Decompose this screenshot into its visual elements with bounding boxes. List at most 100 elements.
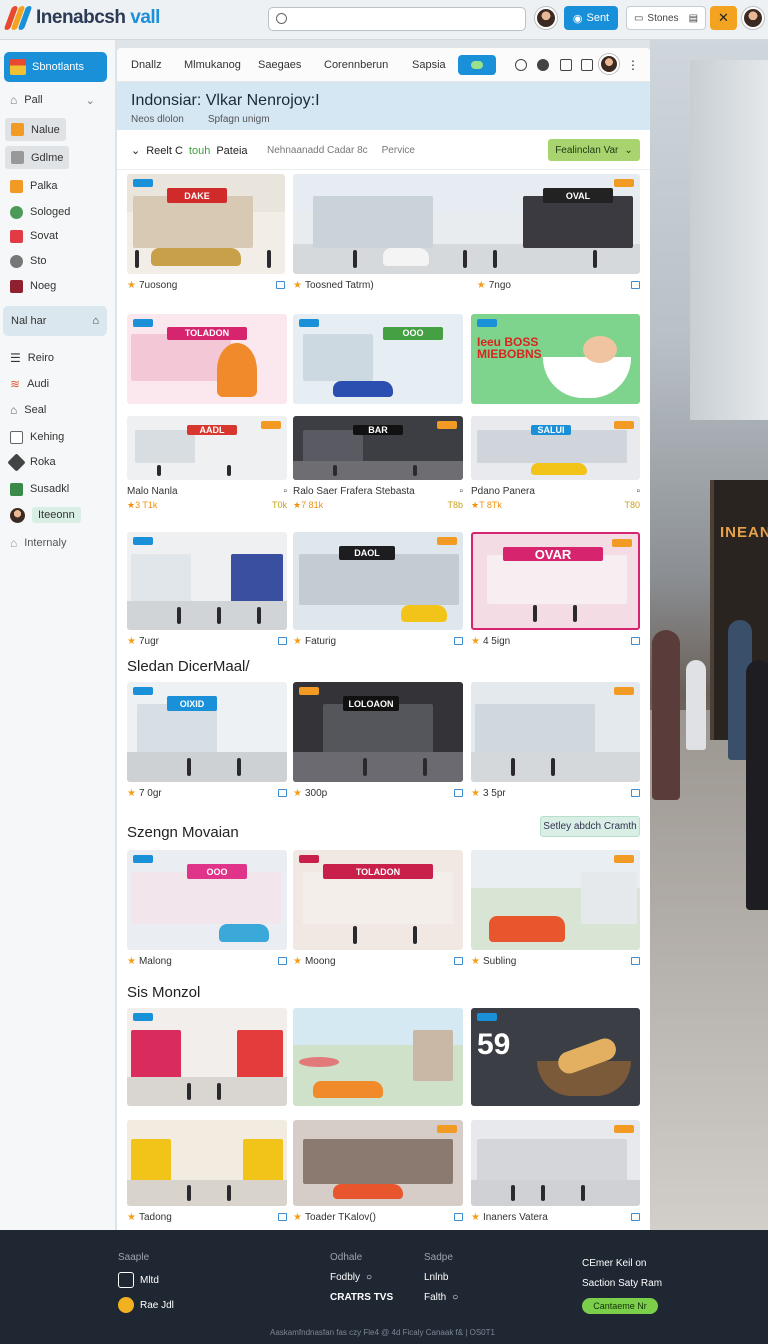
product-card[interactable]: SALUI Pdano Panera ▫ ★T 8Tk T80 xyxy=(471,416,640,511)
footer-link-fodbly[interactable]: Fodbly ○ xyxy=(330,1272,393,1283)
calendar-icon[interactable] xyxy=(581,59,593,71)
sidebar-group-header[interactable]: Nal har ⌂ xyxy=(3,306,107,336)
product-card[interactable]: ★ Toader TKalov() xyxy=(293,1120,463,1223)
tab-toggle-button[interactable] xyxy=(458,55,496,75)
product-card[interactable]: ★ Subling xyxy=(471,850,640,967)
product-card[interactable]: OIXID ★ 7 0gr xyxy=(127,682,287,799)
filter-select[interactable]: ⌄ Reelt C touh Pateia xyxy=(131,144,248,158)
sidebar-item-sovat[interactable]: Sovat xyxy=(10,226,58,246)
sidebar-item-susadkl[interactable]: Susadkl xyxy=(10,479,69,499)
image-icon xyxy=(631,637,640,645)
brand-name: Inenabcsh vall xyxy=(36,7,160,28)
sidebar-item-reiro[interactable]: ☰ Reiro xyxy=(10,348,54,368)
sidebar-item-iteeonn[interactable]: Iteeonn xyxy=(10,505,81,525)
footer-link-mltd[interactable]: Mltd xyxy=(118,1272,174,1288)
product-card[interactable]: TOLADON ★ Moong xyxy=(293,850,463,967)
star-icon: ★ xyxy=(127,1211,136,1223)
star-icon: ★ xyxy=(127,787,136,799)
product-card[interactable]: Ieeu BOSS MIEBOBNS xyxy=(471,314,640,404)
product-card[interactable]: OVAR ★ 4 5ign xyxy=(471,532,640,647)
product-card[interactable]: OVAL ★ Toosned Tatrm) ★ 7ngo xyxy=(293,174,640,291)
bookmark-icon xyxy=(10,229,23,243)
product-card[interactable]: ★ 7ugr xyxy=(127,532,287,647)
search-icon[interactable] xyxy=(515,59,527,71)
more-icon[interactable]: ⋮ xyxy=(627,58,639,72)
tag-icon xyxy=(7,452,26,472)
send-button[interactable]: ◉ Sent xyxy=(564,6,618,30)
star-icon: ★ xyxy=(293,279,302,291)
product-card[interactable]: DAKE ★ 7uosong xyxy=(127,174,285,291)
store-sign: LOLOAON xyxy=(343,696,399,711)
product-card[interactable]: TOLADON xyxy=(127,314,287,404)
footer-heading-2: Odhale xyxy=(330,1252,363,1263)
product-card[interactable]: BAR Ralo Saer Frafera Stebasta ▫ ★7 81k T8… xyxy=(293,416,463,511)
sidebar-item-sologed[interactable]: Sologed xyxy=(10,202,70,222)
footer-link-section[interactable]: Saction Saty Ram xyxy=(582,1278,662,1289)
sidebar-item-sto[interactable]: Sto xyxy=(10,251,47,271)
product-card[interactable]: AADL Malo Nanla ▫ ★3 T1k T0k xyxy=(127,416,287,511)
star-icon: ★ xyxy=(127,635,136,647)
logo[interactable]: Inenabcsh vall xyxy=(3,6,160,30)
circle-icon: ○ xyxy=(452,1292,459,1303)
product-card[interactable]: ★ Inaners Vatera xyxy=(471,1120,640,1223)
sidebar-item-roka[interactable]: Roka xyxy=(7,452,56,472)
footer-link-falth[interactable]: Falth ○ xyxy=(424,1292,458,1303)
hero-subtitle-2[interactable]: Spfagn unigm xyxy=(208,114,270,125)
sidebar-item-seal[interactable]: ⌂ Seal xyxy=(10,400,46,420)
sidebar-item-nalue[interactable]: Nalue xyxy=(5,118,66,141)
image-icon xyxy=(454,789,463,797)
tab-corennberun[interactable]: Corennberun xyxy=(324,59,388,71)
sidebar-item-kehing[interactable]: Kehing xyxy=(10,427,64,447)
footer-link-contact[interactable]: CEmer Keil on xyxy=(582,1258,662,1269)
footer-link-lnlnb[interactable]: Lnlnb xyxy=(424,1272,458,1283)
layers-icon xyxy=(10,482,23,496)
footer: Saaple Mltd Rae Jdl Odhale Fodbly ○ CRATR… xyxy=(0,1230,768,1344)
hero-subtitle-1[interactable]: Neos dlolon xyxy=(131,114,184,125)
star-icon: ★ xyxy=(127,500,136,510)
filter-button[interactable]: Fealinclan Var ⌄ xyxy=(548,139,640,161)
product-card[interactable]: DAOL ★ Faturig xyxy=(293,532,463,647)
user-avatar[interactable] xyxy=(535,7,557,29)
product-card[interactable]: OOO ★ Malong xyxy=(127,850,287,967)
footer-link-cratrs[interactable]: CRATRS TVS xyxy=(330,1292,393,1303)
sidebar-item-noeg[interactable]: Noeg xyxy=(10,276,56,296)
footer-cta-button[interactable]: Cantaeme Nr xyxy=(582,1298,658,1314)
tab-avatar[interactable] xyxy=(599,54,619,74)
sidebar-item-gdlme[interactable]: Gdlme xyxy=(5,146,70,169)
section-action-button[interactable]: Setley abdch Cramth xyxy=(540,816,640,837)
sparkle-button[interactable]: ✕ xyxy=(710,6,737,30)
tab-mlmukanog[interactable]: Mlmukanog xyxy=(184,59,241,71)
tab-saegaes[interactable]: Saegaes xyxy=(258,59,301,71)
chevron-down-icon: ⌄ xyxy=(131,145,141,157)
product-card[interactable] xyxy=(293,1008,463,1106)
filter-option-1[interactable]: Nehnaanadd Cadar 8c xyxy=(267,145,368,156)
sidebar-item-pall[interactable]: ⌂ Pall ⌄ xyxy=(10,90,95,110)
profile-avatar[interactable] xyxy=(742,7,764,29)
footer-link-rae[interactable]: Rae Jdl xyxy=(118,1297,174,1313)
bag-icon[interactable] xyxy=(560,59,572,71)
image-icon xyxy=(631,789,640,797)
product-card[interactable]: ★ 3 5pr xyxy=(471,682,640,799)
stones-button[interactable]: ▭ Stones ▤ xyxy=(626,6,706,30)
product-card[interactable] xyxy=(127,1008,287,1106)
sidebar-item-palka[interactable]: Palka xyxy=(10,176,58,196)
toggle-icon xyxy=(471,61,483,69)
search-input[interactable] xyxy=(268,7,526,31)
star-icon: ★ xyxy=(476,279,486,291)
product-card[interactable]: ★ Tadong xyxy=(127,1120,287,1223)
sidebar-primary-button[interactable]: Sbnotlants xyxy=(4,52,107,82)
section-title-3: Sis Monzol xyxy=(127,984,201,1001)
coin-icon xyxy=(118,1297,134,1313)
sidebar-item-internaly[interactable]: ⌂ Internaly xyxy=(10,533,66,553)
star-icon: ★ xyxy=(471,955,480,967)
star-icon: ★ xyxy=(293,787,302,799)
product-card[interactable]: 59 xyxy=(471,1008,640,1106)
globe-icon[interactable] xyxy=(537,59,549,71)
tab-dnallz[interactable]: Dnallz xyxy=(131,59,162,71)
tab-sapsia[interactable]: Sapsia xyxy=(412,59,446,71)
sidebar-item-audi[interactable]: ≋ Audi xyxy=(10,374,49,394)
filter-option-2[interactable]: Pervice xyxy=(382,145,415,156)
product-card[interactable]: OOO xyxy=(293,314,463,404)
store-sign: OVAL xyxy=(543,188,613,203)
product-card[interactable]: LOLOAON ★ 300p xyxy=(293,682,463,799)
